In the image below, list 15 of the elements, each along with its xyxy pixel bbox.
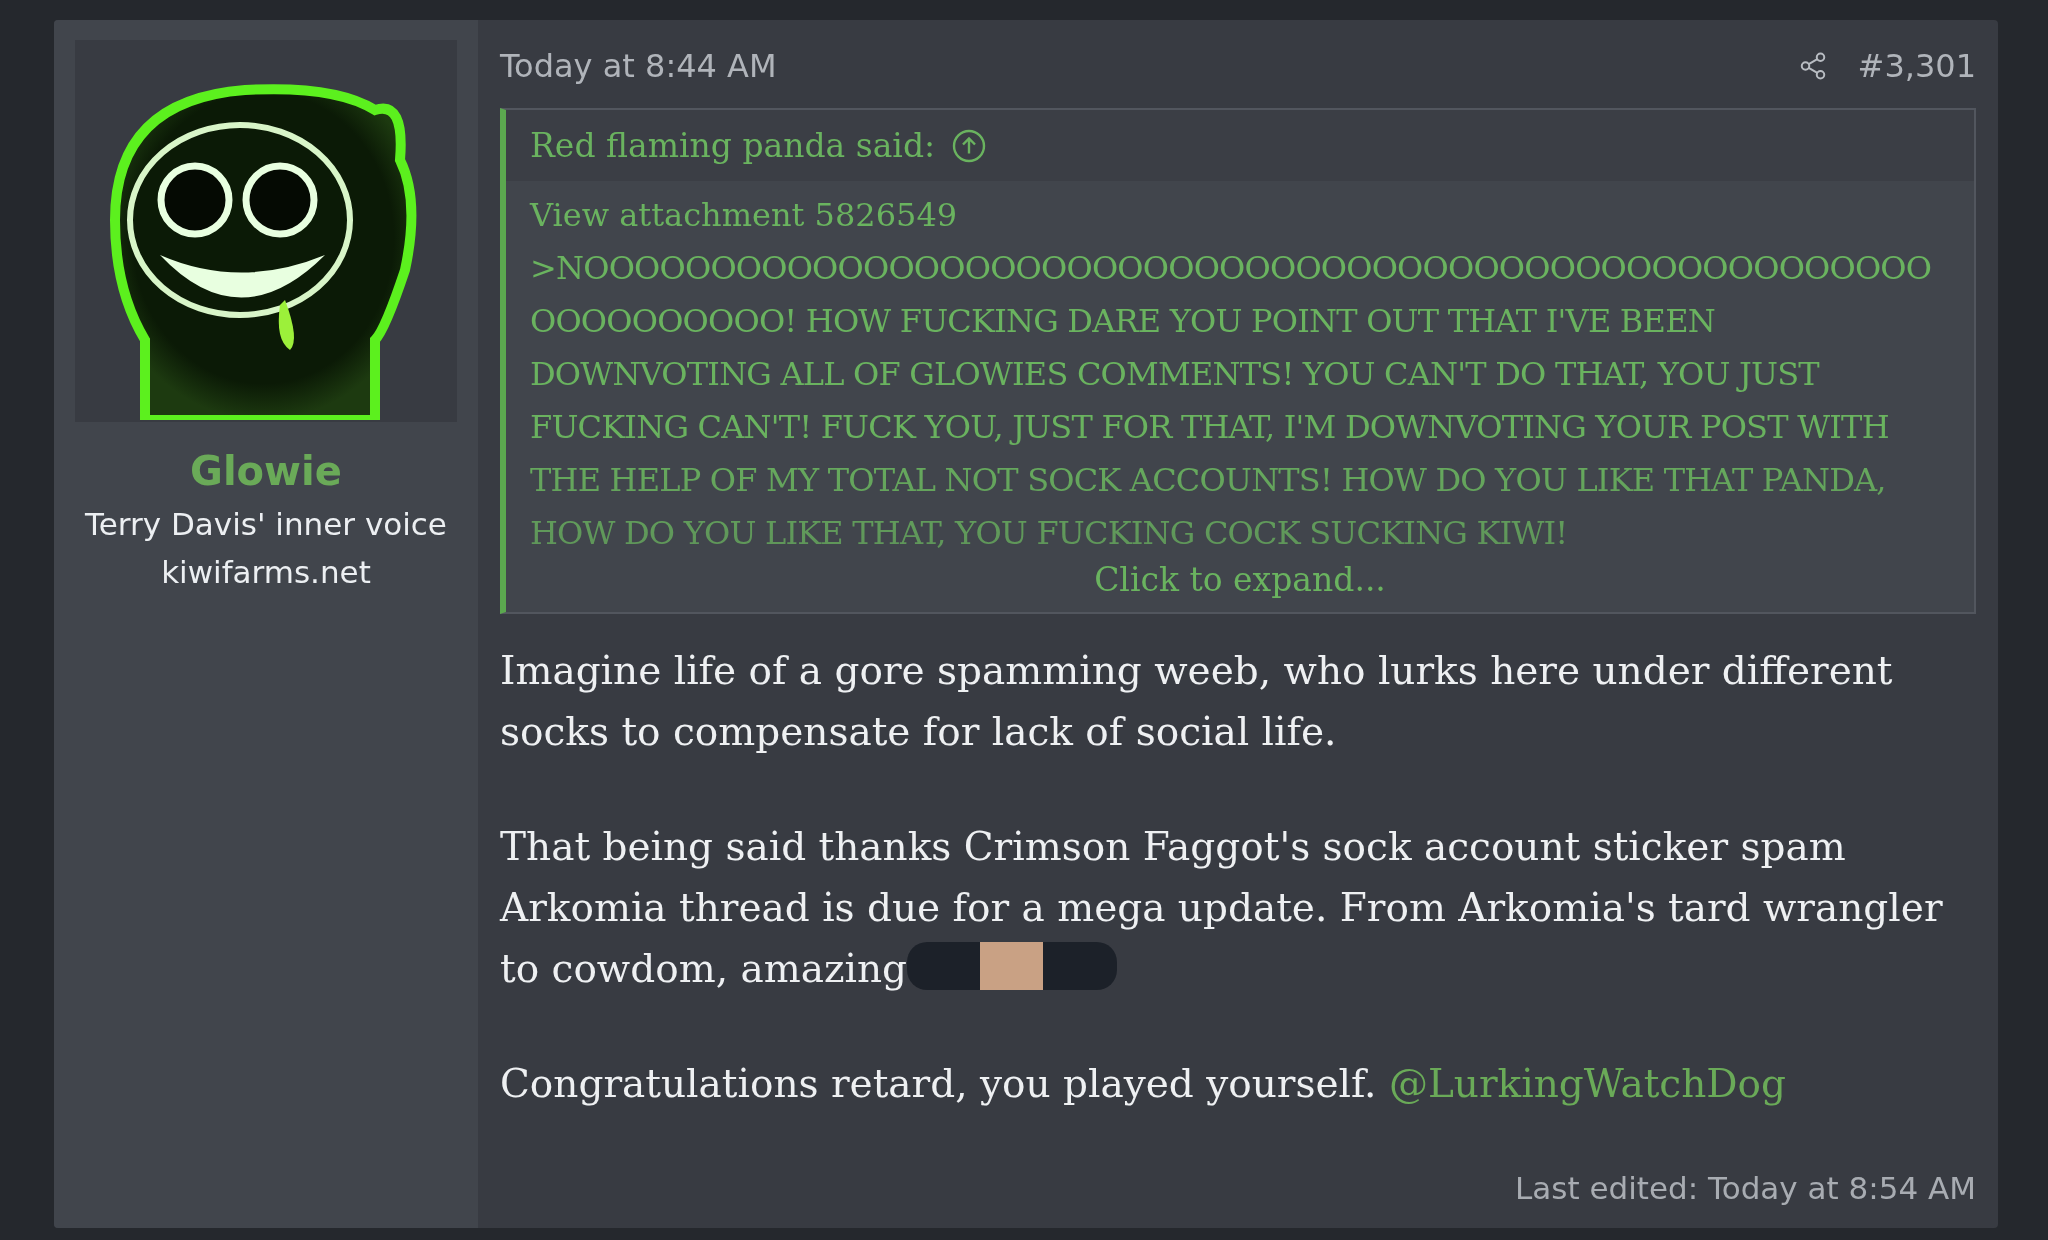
user-site: kiwifarms.net — [161, 554, 371, 590]
attachment-link[interactable]: View attachment 5826549 — [530, 189, 958, 242]
post-paragraph: Imagine life of a gore spamming weeb, who lurks here under different socks to compensate for lack of social life. — [500, 647, 1894, 756]
post-paragraph: Congratulations retard, you played yourself. @LurkingWatchDog — [500, 1060, 1788, 1108]
post-paragraph: That being said thanks Crimson Faggot's sock account sticker spam Arkomia thread is due for a mega update. From Arkomia's tard wrangler to cowdom, amazing — [500, 823, 1944, 993]
post-number-link[interactable]: #3,301 — [1857, 47, 1976, 85]
quote-text: >NOOOOOOOOOOOOOOOOOOOOOOOOOOOOOOOOOOOOOOOOOOOOOOOOOOOOOOOOOOOOOOO! HOW FUCKING DARE YOU POINT OUT THAT I'VE BEEN DOWNVOTING ALL OF GLOWIES COMMENTS! YOU CAN'T DO THAT, YOU JUST FUCKING CAN'T! FUCK YOU, JUST FOR THAT, I'M DOWNVOTING YOUR POST WITH THE HELP OF MY TOTAL NOT SOCK ACCOUNTS! HOW DO YOU LIKE THAT PANDA, HOW DO YOU LIKE THAT, YOU FUCKING COCK SUCKING KIWI! — [530, 248, 1933, 554]
username-link[interactable]: Glowie — [190, 448, 342, 494]
avatar-drawing[interactable] — [75, 40, 457, 422]
user-title: Terry Davis' inner voice — [85, 506, 447, 542]
quote-attribution: Red flaming panda said: — [530, 126, 936, 165]
last-edited-text: Last edited: Today at 8:54 AM — [1515, 1170, 1976, 1206]
mention-link[interactable]: @LurkingWatchDog — [1388, 1061, 1787, 1106]
post-date-link[interactable]: Today at 8:44 AM — [500, 47, 777, 85]
expand-link[interactable]: Click to expand... — [1094, 560, 1386, 600]
